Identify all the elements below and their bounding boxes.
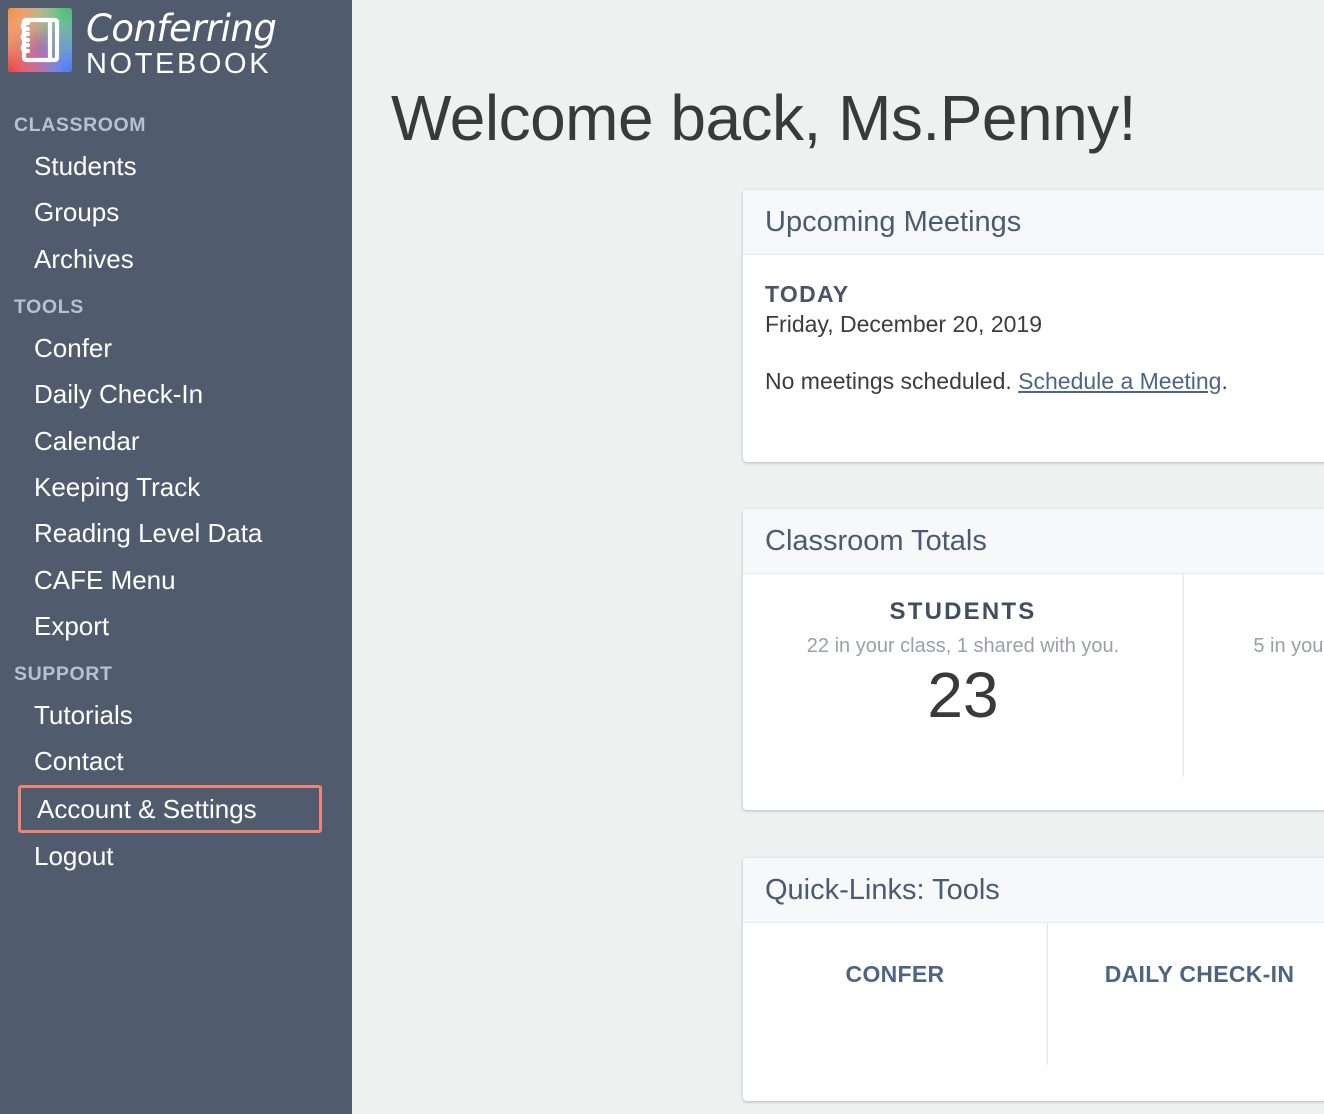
totals-groups-sub: 5 in your class, 0 shared with you. (1184, 635, 1324, 658)
spiral-notebook-icon (8, 8, 72, 72)
sidebar-item-calendar[interactable]: Calendar (0, 418, 352, 464)
upcoming-meetings-title: Upcoming Meetings (765, 206, 1021, 239)
sidebar-item-students[interactable]: Students (0, 143, 352, 189)
quick-links-card-header: Quick-Links: Tools (743, 858, 1324, 923)
quick-link-confer-label: CONFER (846, 961, 945, 987)
sidebar-item-confer[interactable]: Confer (0, 325, 352, 371)
sidebar-group-label-support: SUPPORT (0, 663, 352, 686)
quick-links-title: Quick-Links: Tools (765, 874, 1000, 907)
sidebar-item-export[interactable]: Export (0, 603, 352, 649)
sidebar: Conferring NOTEBOOK CLASSROOM Students G… (0, 0, 352, 1114)
upcoming-meetings-card: Upcoming Meetings TODAY Friday, December… (743, 190, 1324, 462)
meetings-note-suffix: . (1221, 368, 1227, 394)
sidebar-item-logout[interactable]: Logout (0, 833, 352, 879)
sidebar-item-keeping-track[interactable]: Keeping Track (0, 464, 352, 510)
sidebar-group-label-classroom: CLASSROOM (0, 114, 352, 137)
meetings-note: No meetings scheduled. Schedule a Meetin… (765, 368, 1324, 395)
classroom-totals-body: STUDENTS 22 in your class, 1 shared with… (743, 574, 1324, 777)
schedule-a-meeting-link[interactable]: Schedule a Meeting (1018, 368, 1221, 394)
quick-links-card: Quick-Links: Tools CONFER DAILY CHECK-IN… (743, 858, 1324, 1101)
sidebar-group-label-tools: TOOLS (0, 296, 352, 319)
upcoming-meetings-card-header: Upcoming Meetings (743, 190, 1324, 255)
sidebar-item-tutorials[interactable]: Tutorials (0, 692, 352, 738)
page-title: Welcome back, Ms.Penny! (391, 0, 1324, 150)
today-date: Friday, December 20, 2019 (765, 311, 1324, 338)
classroom-totals-title: Classroom Totals (765, 525, 987, 558)
brand-line-2: NOTEBOOK (86, 50, 276, 79)
brand-header[interactable]: Conferring NOTEBOOK (0, 0, 352, 86)
quick-link-confer[interactable]: CONFER (743, 923, 1047, 1065)
classroom-totals-card-header: Classroom Totals Students Groups (743, 509, 1324, 574)
sidebar-item-account-and-settings[interactable]: Account & Settings (18, 785, 322, 833)
quick-links-body: CONFER DAILY CHECK-IN KEEPING TRACK (743, 923, 1324, 1065)
today-label: TODAY (765, 281, 1324, 308)
totals-groups-value: 5 (1184, 662, 1324, 729)
sidebar-item-daily-check-in[interactable]: Daily Check-In (0, 371, 352, 417)
totals-students-sub: 22 in your class, 1 shared with you. (743, 635, 1183, 658)
main-content: Welcome back, Ms.Penny! Upcoming Meeting… (352, 0, 1324, 1114)
meetings-note-prefix: No meetings scheduled. (765, 368, 1018, 394)
sidebar-item-cafe-menu[interactable]: CAFE Menu (0, 557, 352, 603)
sidebar-item-reading-level-data[interactable]: Reading Level Data (0, 510, 352, 556)
quick-link-daily-check-in-label: DAILY CHECK-IN (1105, 961, 1295, 987)
brand-wordmark: Conferring NOTEBOOK (86, 8, 276, 79)
totals-students-label: STUDENTS (743, 598, 1183, 626)
sidebar-item-archives[interactable]: Archives (0, 236, 352, 282)
sidebar-item-contact[interactable]: Contact (0, 738, 352, 784)
sidebar-item-groups[interactable]: Groups (0, 189, 352, 235)
totals-column-groups: GROUPS 5 in your class, 0 shared with yo… (1183, 574, 1324, 777)
brand-line-1: Conferring (86, 10, 276, 47)
classroom-totals-card: Classroom Totals Students Groups STUDENT… (743, 509, 1324, 810)
quick-link-daily-check-in[interactable]: DAILY CHECK-IN (1047, 923, 1324, 1065)
app-root: Conferring NOTEBOOK CLASSROOM Students G… (0, 0, 1324, 1114)
totals-students-value: 23 (743, 662, 1183, 729)
totals-column-students: STUDENTS 22 in your class, 1 shared with… (743, 574, 1183, 777)
totals-groups-label: GROUPS (1184, 598, 1324, 626)
upcoming-meetings-body: TODAY Friday, December 20, 2019 No meeti… (743, 255, 1324, 419)
